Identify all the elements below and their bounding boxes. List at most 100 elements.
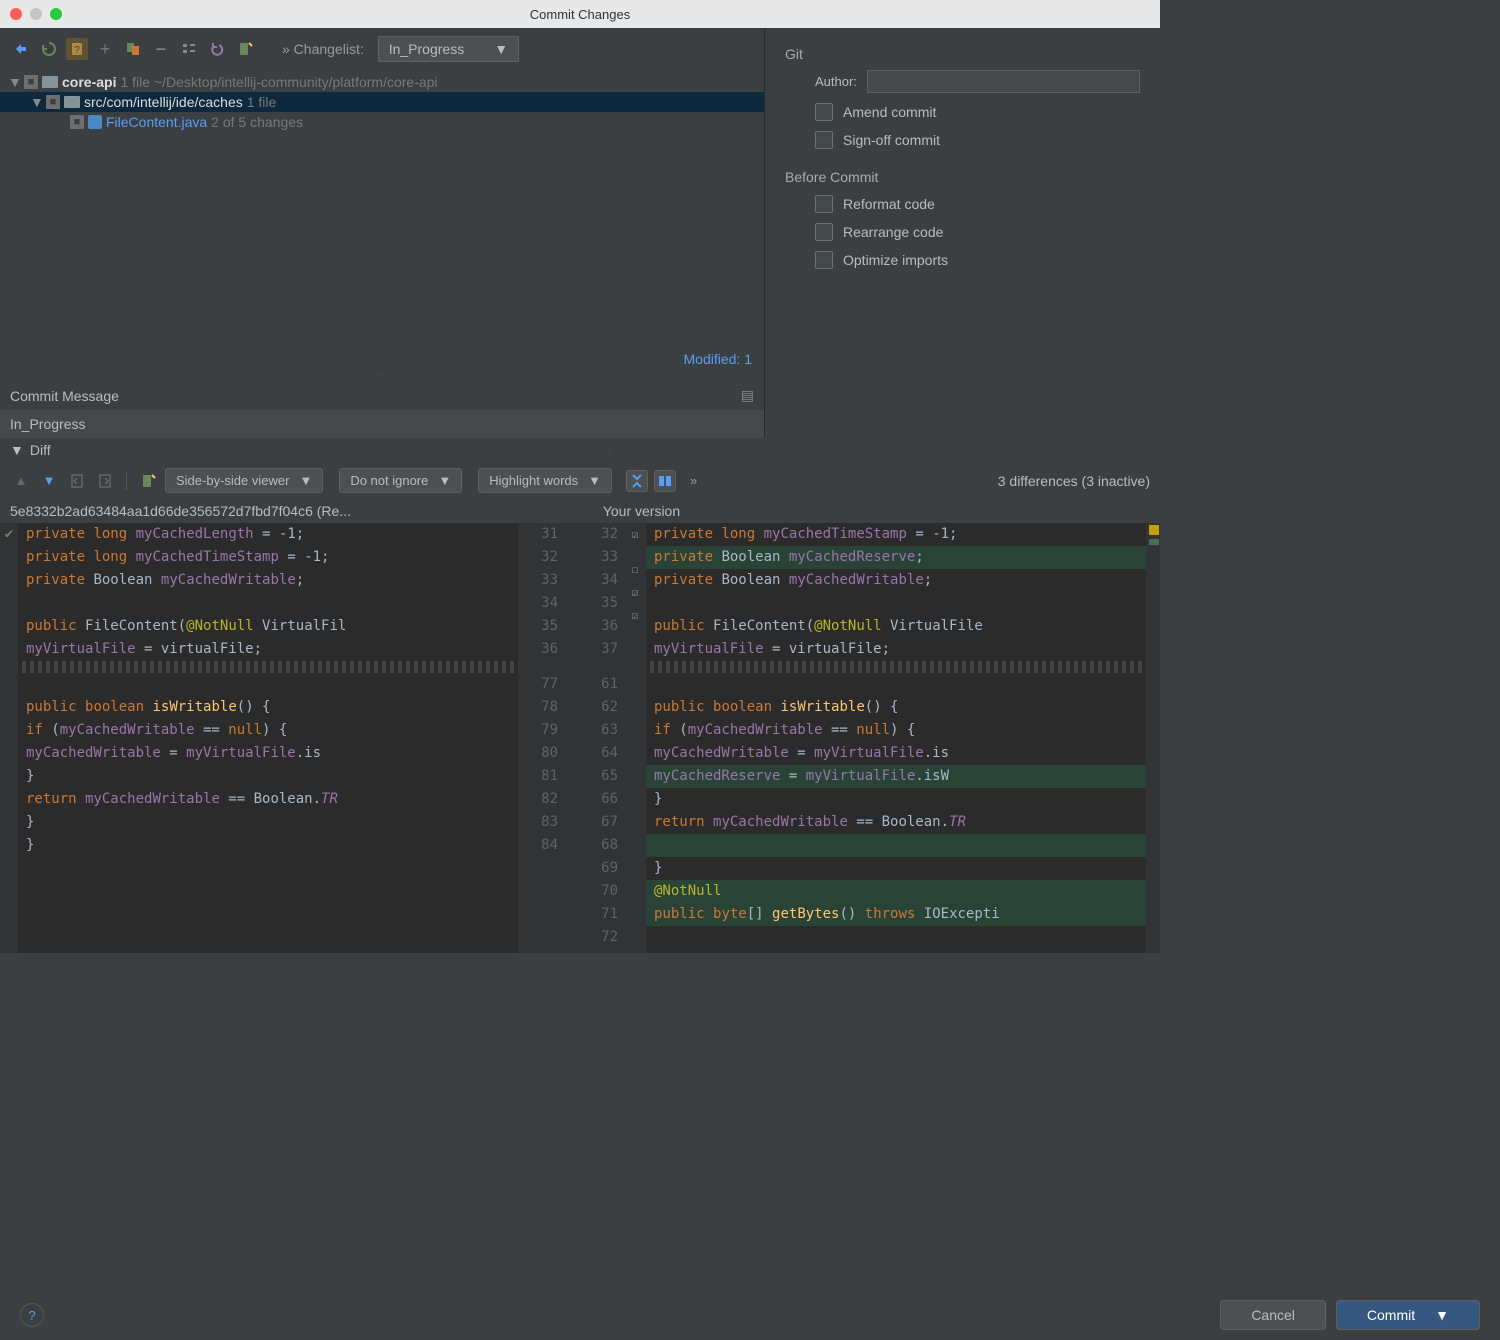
- changelist-label: » Changelist:: [282, 41, 364, 57]
- file-meta: 2 of 5 changes: [211, 114, 303, 130]
- next-diff-icon[interactable]: ▼: [38, 470, 60, 492]
- dir-name: src/com/intellij/ide/caches: [84, 94, 243, 110]
- checkbox-icon[interactable]: ■: [24, 75, 38, 89]
- right-scrollbar[interactable]: [1146, 523, 1160, 953]
- refresh-icon[interactable]: [38, 38, 60, 60]
- prev-file-icon[interactable]: [66, 470, 88, 492]
- signoff-commit-row[interactable]: Sign-off commit: [815, 131, 1140, 149]
- tree-module-row[interactable]: ▼ ■ core-api 1 file ~/Desktop/intellij-c…: [0, 72, 764, 92]
- sync-scroll-icon[interactable]: [654, 470, 676, 492]
- optimize-label: Optimize imports: [843, 252, 948, 268]
- checkbox-icon[interactable]: [815, 131, 833, 149]
- checkbox-icon[interactable]: ■: [46, 95, 60, 109]
- minimize-window-icon[interactable]: [30, 8, 42, 20]
- group-by-icon[interactable]: [178, 38, 200, 60]
- diff-section-header[interactable]: ▼ Diff ::::: [0, 438, 1160, 462]
- chevron-down-icon: ▼: [30, 94, 42, 110]
- module-icon: [42, 76, 58, 88]
- file-name: FileContent.java: [106, 114, 207, 130]
- window-title: Commit Changes: [530, 7, 630, 22]
- help-button[interactable]: ?: [20, 1303, 44, 1327]
- commit-toolbar: ? + − » Changelist: In_Progress ▼: [0, 28, 764, 70]
- author-label: Author:: [815, 74, 857, 89]
- highlight-mode-dropdown[interactable]: Highlight words ▼: [478, 468, 612, 493]
- window-controls: [10, 8, 62, 20]
- dialog-footer: ? Cancel Commit ▼: [0, 1290, 1500, 1340]
- chevron-down-icon: ▼: [8, 74, 20, 90]
- diff-label: Diff: [30, 442, 51, 458]
- checkbox-icon[interactable]: ■: [70, 115, 84, 129]
- next-file-icon[interactable]: [94, 470, 116, 492]
- amend-label: Amend commit: [843, 104, 936, 120]
- resize-grip[interactable]: ::::: [594, 445, 612, 455]
- checkbox-icon[interactable]: [815, 103, 833, 121]
- add-icon[interactable]: +: [94, 38, 116, 60]
- left-gutter: 3132333435367778798081828384: [518, 523, 564, 953]
- checkbox-icon[interactable]: [815, 251, 833, 269]
- history-icon[interactable]: ▤: [741, 387, 754, 404]
- chevron-down-icon: ▼: [494, 41, 508, 57]
- viewer-mode-dropdown[interactable]: Side-by-side viewer ▼: [165, 468, 323, 493]
- rearrange-row[interactable]: Rearrange code: [815, 223, 1140, 241]
- right-markers[interactable]: ☑☐☑☑: [624, 523, 646, 953]
- commit-options-pane: Git Author: Amend commit Sign-off commit…: [765, 28, 1160, 438]
- diff-splitter[interactable]: [564, 523, 578, 953]
- java-file-icon: [88, 115, 102, 129]
- diff-right-title: Your version: [603, 503, 1150, 519]
- chevron-down-icon: ▼: [588, 473, 601, 488]
- changelist-dropdown[interactable]: In_Progress ▼: [378, 36, 519, 62]
- ignore-mode-value: Do not ignore: [350, 473, 428, 488]
- checkbox-icon[interactable]: [815, 195, 833, 213]
- reformat-row[interactable]: Reformat code: [815, 195, 1140, 213]
- highlight-mode-value: Highlight words: [489, 473, 578, 488]
- author-input[interactable]: [867, 70, 1140, 93]
- collapse-unchanged-icon[interactable]: [626, 470, 648, 492]
- remove-icon[interactable]: −: [150, 38, 172, 60]
- reformat-label: Reformat code: [843, 196, 935, 212]
- close-window-icon[interactable]: [10, 8, 22, 20]
- undo-icon[interactable]: [206, 38, 228, 60]
- checkbox-icon[interactable]: [815, 223, 833, 241]
- tree-dir-row[interactable]: ▼ ■ src/com/intellij/ide/caches 1 file: [0, 92, 764, 112]
- optimize-row[interactable]: Optimize imports: [815, 251, 1140, 269]
- commit-button-label: Commit: [1367, 1307, 1415, 1323]
- chevron-down-icon: ▼: [299, 473, 312, 488]
- chevron-down-icon: ▼: [438, 473, 451, 488]
- cleanup-icon[interactable]: [234, 38, 256, 60]
- commit-message-input[interactable]: [0, 410, 764, 438]
- svg-text:?: ?: [74, 45, 80, 56]
- folder-icon: [64, 96, 80, 108]
- more-chevron[interactable]: »: [690, 473, 697, 488]
- module-name: core-api: [62, 74, 116, 90]
- delete-icon[interactable]: [122, 38, 144, 60]
- tree-file-row[interactable]: ■ FileContent.java 2 of 5 changes: [0, 112, 764, 132]
- ignore-mode-dropdown[interactable]: Do not ignore ▼: [339, 468, 462, 493]
- module-meta: 1 file ~/Desktop/intellij-community/plat…: [120, 74, 437, 90]
- cancel-button[interactable]: Cancel: [1220, 1300, 1326, 1330]
- signoff-label: Sign-off commit: [843, 132, 940, 148]
- chevron-down-icon: ▼: [1435, 1307, 1449, 1323]
- diff-status: 3 differences (3 inactive): [998, 473, 1150, 489]
- commit-message-label: Commit Message: [10, 388, 119, 404]
- diff-right-pane[interactable]: private long myCachedTimeStamp = -1;priv…: [646, 523, 1146, 953]
- commit-button[interactable]: Commit ▼: [1336, 1300, 1480, 1330]
- changes-tree: ▼ ■ core-api 1 file ~/Desktop/intellij-c…: [0, 70, 764, 347]
- edit-icon[interactable]: [137, 470, 159, 492]
- diff-left-pane[interactable]: private long myCachedLength = -1;private…: [18, 523, 518, 953]
- diff-left-title: 5e8332b2ad63484aa1d66de356572d7fbd7f04c6…: [10, 503, 603, 519]
- viewer-mode-value: Side-by-side viewer: [176, 473, 289, 488]
- chevron-down-icon: ▼: [10, 442, 24, 458]
- rearrange-label: Rearrange code: [843, 224, 943, 240]
- resize-grip[interactable]: ::::: [0, 371, 764, 381]
- prev-diff-icon[interactable]: ▲: [10, 470, 32, 492]
- validation-marker: ✔: [0, 523, 18, 953]
- changelist-value: In_Progress: [389, 41, 464, 57]
- before-commit-header: Before Commit: [785, 169, 1140, 185]
- titlebar: Commit Changes: [0, 0, 1160, 28]
- zoom-window-icon[interactable]: [50, 8, 62, 20]
- diff-toolbar: ▲ ▼ Side-by-side viewer ▼ Do not ignore …: [0, 462, 1160, 499]
- show-diff-icon[interactable]: [10, 38, 32, 60]
- right-gutter: 323334353637616263646566676869707172: [578, 523, 624, 953]
- amend-commit-row[interactable]: Amend commit: [815, 103, 1140, 121]
- revert-icon[interactable]: ?: [66, 38, 88, 60]
